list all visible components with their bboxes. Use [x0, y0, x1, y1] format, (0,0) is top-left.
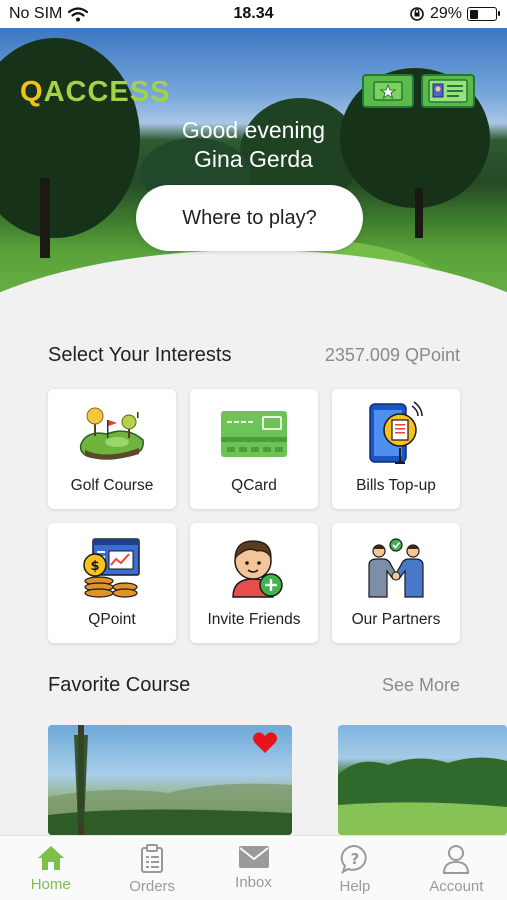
ticket-star-icon[interactable] — [362, 74, 414, 108]
course-photo — [338, 757, 507, 835]
nav-label: Help — [339, 878, 371, 895]
status-right: 29% — [409, 5, 500, 23]
nav-home[interactable]: Home — [0, 836, 101, 900]
tile-bills-topup[interactable]: Bills Top-up — [332, 389, 460, 509]
interests-grid: Golf Course QCard Bills Top-up $ QPoint … — [48, 389, 460, 643]
tile-label: Golf Course — [70, 477, 154, 494]
favorite-heart-icon[interactable] — [252, 731, 278, 755]
tile-qpoint[interactable]: $ QPoint — [48, 523, 176, 643]
nav-label: Account — [429, 878, 484, 895]
svg-text:$: $ — [90, 559, 99, 574]
favorite-course-card[interactable] — [48, 725, 292, 835]
qaccess-logo: QACCESS — [20, 76, 171, 108]
interests-title: Select Your Interests — [48, 344, 232, 366]
hero-banner: QACCESS Good evening Gina Gerda Where to… — [0, 28, 507, 308]
member-card-icon[interactable] — [421, 74, 475, 108]
see-more-link[interactable]: See More — [382, 675, 460, 696]
nav-account[interactable]: Account — [406, 836, 507, 900]
home-icon — [37, 846, 64, 870]
tile-label: QPoint — [88, 611, 136, 628]
tile-label: Bills Top-up — [356, 477, 436, 494]
bills-topup-icon — [369, 401, 423, 464]
favorite-course-card-2[interactable] — [338, 725, 507, 835]
tile-label: QCard — [231, 477, 277, 494]
qpoint-balance: 2357.009 QPoint — [324, 345, 460, 365]
battery-icon — [467, 7, 500, 21]
qcard-icon — [221, 411, 287, 457]
where-to-play-button[interactable]: Where to play? — [136, 185, 363, 251]
invite-friends-icon — [232, 540, 283, 598]
tile-golf-course[interactable]: Golf Course — [48, 389, 176, 509]
account-icon — [443, 845, 470, 874]
qpoint-icon: $ — [83, 538, 140, 598]
user-name: Gina Gerda — [194, 146, 313, 172]
tile-qcard[interactable]: QCard — [190, 389, 318, 509]
nav-label: Home — [30, 876, 71, 893]
tile-invite-friends[interactable]: Invite Friends — [190, 523, 318, 643]
help-icon: ? — [340, 844, 367, 874]
orders-icon — [141, 844, 164, 873]
orientation-lock-icon — [410, 7, 424, 21]
nav-help[interactable]: ? Help — [304, 836, 405, 900]
battery-percent: 29% — [429, 5, 462, 22]
inbox-icon — [238, 846, 269, 868]
favorites-title: Favorite Course — [48, 674, 191, 696]
status-bar: No SIM 18.34 29% — [0, 0, 507, 28]
nav-label: Orders — [129, 878, 176, 895]
greeting-text: Good evening — [181, 117, 326, 143]
svg-text:?: ? — [351, 850, 360, 868]
nav-label: Inbox — [235, 874, 272, 891]
nav-inbox[interactable]: Inbox — [203, 836, 304, 900]
partners-icon — [368, 538, 424, 598]
tile-our-partners[interactable]: Our Partners — [332, 523, 460, 643]
golf-course-icon — [79, 407, 144, 460]
bottom-navigation: Home Orders Inbox ? Help Account — [0, 835, 507, 900]
tile-label: Invite Friends — [207, 611, 301, 628]
tile-label: Our Partners — [351, 611, 441, 628]
nav-orders[interactable]: Orders — [101, 836, 202, 900]
